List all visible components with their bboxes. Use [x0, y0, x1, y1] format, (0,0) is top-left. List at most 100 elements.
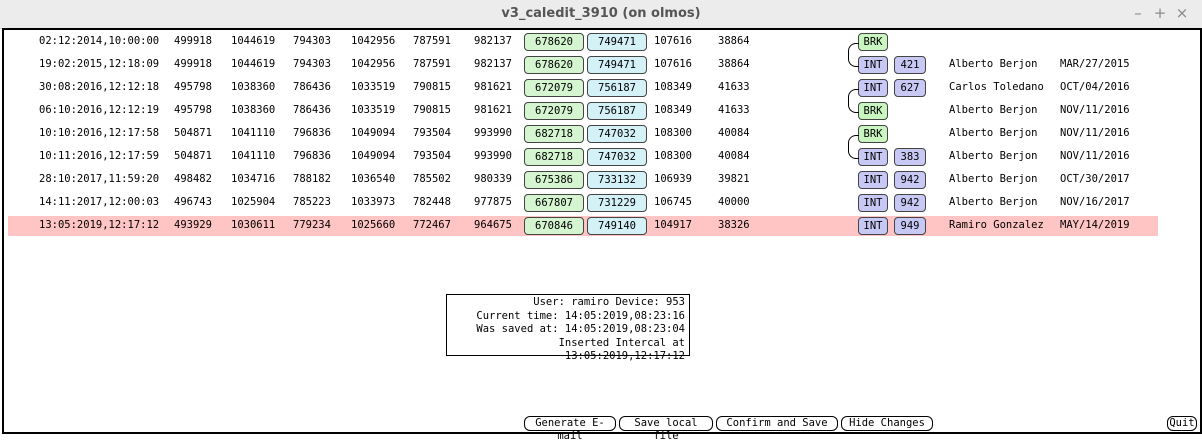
- green-value-box[interactable]: 675386: [524, 171, 584, 189]
- info-user-device: User: ramiro Device: 953: [533, 296, 685, 308]
- value-cell: 793504: [413, 127, 451, 139]
- value-cell: 1030611: [231, 219, 276, 231]
- table-row[interactable]: 13:05:2019,12:17:12 493929 1030611 779234 10…: [8, 216, 1158, 236]
- green-value-box[interactable]: 670846: [524, 217, 584, 235]
- value-cell: 493929: [174, 219, 212, 231]
- value-cell: 993990: [474, 150, 512, 162]
- table-row[interactable]: 10:10:2016,12:17:58 504871 1041110 796836 10…: [8, 124, 1158, 144]
- intercal-number-tag[interactable]: 942: [894, 194, 926, 212]
- table-row[interactable]: 10:11:2016,12:17:59 504871 1041110 796836 10…: [8, 147, 1158, 167]
- value-cell: 40084: [718, 127, 750, 139]
- green-value-box[interactable]: 678620: [524, 33, 584, 51]
- cyan-value-box[interactable]: 747032: [587, 125, 647, 143]
- cyan-value-box[interactable]: 749140: [587, 217, 647, 235]
- value-cell: 1033519: [351, 104, 396, 116]
- value-cell: 38864: [718, 35, 750, 47]
- quit-button[interactable]: Quit: [1167, 416, 1197, 431]
- int-tag[interactable]: INT: [858, 148, 888, 166]
- date-cell: NOV/11/2016: [1060, 150, 1130, 162]
- value-cell: 104917: [654, 219, 692, 231]
- value-cell: 981621: [474, 81, 512, 93]
- value-cell: 790815: [413, 81, 451, 93]
- table-row[interactable]: 02:12:2014,10:00:00 499918 1044619 794303 10…: [8, 32, 1158, 52]
- pair-connector: [848, 135, 859, 159]
- cyan-value-box[interactable]: 756187: [587, 102, 647, 120]
- table-row[interactable]: 06:10:2016,12:12:19 495798 1038360 786436 10…: [8, 101, 1158, 121]
- green-value-box[interactable]: 678620: [524, 56, 584, 74]
- save-local-file-button[interactable]: Save local file: [619, 416, 713, 442]
- green-value-box[interactable]: 672079: [524, 79, 584, 97]
- value-cell: 504871: [174, 150, 212, 162]
- green-value-box[interactable]: 682718: [524, 148, 584, 166]
- date-cell: NOV/11/2016: [1060, 127, 1130, 139]
- timestamp-cell: 19:02:2015,12:18:09: [39, 58, 160, 70]
- value-cell: 40084: [718, 150, 750, 162]
- brk-tag[interactable]: BRK: [858, 102, 888, 120]
- value-cell: 504871: [174, 127, 212, 139]
- value-cell: 772467: [413, 219, 451, 231]
- session-info-box: User: ramiro Device: 953 Current time: 1…: [446, 294, 690, 362]
- green-value-box[interactable]: 672079: [524, 102, 584, 120]
- maximize-icon[interactable]: +: [1152, 4, 1168, 22]
- date-cell: OCT/04/2016: [1060, 81, 1130, 93]
- value-cell: 41633: [718, 81, 750, 93]
- intercal-number-tag[interactable]: 383: [894, 148, 926, 166]
- brk-tag[interactable]: BRK: [858, 33, 888, 51]
- intercal-number-tag[interactable]: 627: [894, 79, 926, 97]
- minimize-icon[interactable]: –: [1130, 4, 1146, 22]
- int-tag[interactable]: INT: [858, 171, 888, 189]
- cyan-value-box[interactable]: 733132: [587, 171, 647, 189]
- int-tag[interactable]: INT: [858, 56, 888, 74]
- int-tag[interactable]: INT: [858, 194, 888, 212]
- value-cell: 786436: [293, 81, 331, 93]
- user-cell: Alberto Berjon: [949, 104, 1038, 116]
- value-cell: 1041110: [231, 150, 276, 162]
- date-cell: NOV/11/2016: [1060, 104, 1130, 116]
- value-cell: 106939: [654, 173, 692, 185]
- value-cell: 796836: [293, 127, 331, 139]
- window-titlebar: v3_caledit_3910 (on olmos) – + ×: [0, 0, 1202, 29]
- green-value-box[interactable]: 682718: [524, 125, 584, 143]
- intercal-number-tag[interactable]: 942: [894, 171, 926, 189]
- value-cell: 495798: [174, 104, 212, 116]
- hide-changes-button[interactable]: Hide Changes: [841, 416, 933, 431]
- date-cell: OCT/30/2017: [1060, 173, 1130, 185]
- value-cell: 982137: [474, 35, 512, 47]
- brk-tag[interactable]: BRK: [858, 125, 888, 143]
- int-tag[interactable]: INT: [858, 217, 888, 235]
- value-cell: 977875: [474, 196, 512, 208]
- generate-email-button[interactable]: Generate E-mail: [524, 416, 616, 442]
- value-cell: 498482: [174, 173, 212, 185]
- value-cell: 495798: [174, 81, 212, 93]
- cyan-value-box[interactable]: 731229: [587, 194, 647, 212]
- cyan-value-box[interactable]: 747032: [587, 148, 647, 166]
- table-row[interactable]: 30:08:2016,12:12:18 495798 1038360 786436 10…: [8, 78, 1158, 98]
- table-row[interactable]: 28:10:2017,11:59:20 498482 1034716 788182 10…: [8, 170, 1158, 190]
- close-icon[interactable]: ×: [1174, 4, 1190, 22]
- value-cell: 785223: [293, 196, 331, 208]
- value-cell: 1042956: [351, 35, 396, 47]
- int-tag[interactable]: INT: [858, 79, 888, 97]
- value-cell: 1025660: [351, 219, 396, 231]
- cyan-value-box[interactable]: 749471: [587, 56, 647, 74]
- info-inserted-intercal: Inserted Intercal at 13:05:2019,12:17:12: [558, 336, 685, 363]
- pair-connector: [848, 89, 859, 113]
- cyan-value-box[interactable]: 756187: [587, 79, 647, 97]
- value-cell: 40000: [718, 196, 750, 208]
- value-cell: 793504: [413, 150, 451, 162]
- value-cell: 1049094: [351, 127, 396, 139]
- value-cell: 786436: [293, 104, 331, 116]
- value-cell: 106745: [654, 196, 692, 208]
- user-cell: Alberto Berjon: [949, 58, 1038, 70]
- info-current-time: Current time: 14:05:2019,08:23:16: [476, 309, 685, 322]
- timestamp-cell: 30:08:2016,12:12:18: [39, 81, 160, 93]
- value-cell: 1034716: [231, 173, 276, 185]
- confirm-and-save-button[interactable]: Confirm and Save: [716, 416, 838, 431]
- intercal-number-tag[interactable]: 421: [894, 56, 926, 74]
- table-row[interactable]: 19:02:2015,12:18:09 499918 1044619 794303 10…: [8, 55, 1158, 75]
- table-row[interactable]: 14:11:2017,12:00:03 496743 1025904 785223 10…: [8, 193, 1158, 213]
- green-value-box[interactable]: 667807: [524, 194, 584, 212]
- intercal-number-tag[interactable]: 949: [894, 217, 926, 235]
- value-cell: 38864: [718, 58, 750, 70]
- cyan-value-box[interactable]: 749471: [587, 33, 647, 51]
